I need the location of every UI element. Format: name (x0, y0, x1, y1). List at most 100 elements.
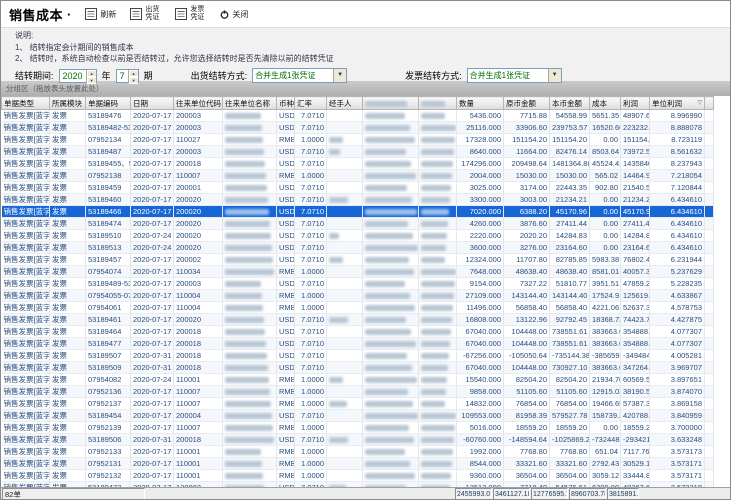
column-header-blurred-a[interactable] (363, 97, 419, 110)
table-row[interactable]: 销售发票[蓝字]发票531894872020-07-17200003USD7.0… (2, 146, 714, 158)
column-header-doc-code[interactable]: 单据编码 (86, 97, 131, 110)
table-row[interactable]: 销售发票[蓝字]发票079521382020-07-17110007RMB1.0… (2, 170, 714, 182)
cell-date: 2020-07-31 (131, 434, 174, 446)
column-header-date[interactable]: 日期 (131, 97, 174, 110)
cell-doc-code: 07952137 (86, 398, 131, 410)
table-row[interactable]: 销售发票[蓝字]发票531895132020-07-24200020USD7.0… (2, 242, 714, 254)
cell-doc-type: 销售发票[蓝字] (2, 338, 50, 350)
cell-currency: USD (277, 194, 295, 206)
redacted-text (225, 149, 264, 155)
spin-down-icon[interactable]: ▼ (129, 77, 138, 84)
cell-partner-code: 200018 (174, 362, 223, 374)
chevron-down-icon[interactable]: ▼ (333, 69, 346, 82)
table-row[interactable]: 销售发票[蓝字]发票079521342020-07-17110027RMB1.0… (2, 134, 714, 146)
cell-partner-code: 200018 (174, 434, 223, 446)
cell-orig-amount: 81958.39 (504, 410, 550, 422)
column-header-module[interactable]: 所属模块 (50, 97, 86, 110)
column-header-blurred-b[interactable] (419, 97, 457, 110)
close-button[interactable]: 关闭 (220, 9, 248, 20)
cell-blurred-b (419, 386, 457, 398)
table-row[interactable]: 销售发票[蓝字]发票079540822020-07-24110001RMB1.0… (2, 374, 714, 386)
column-header-cost[interactable]: 成本 (590, 97, 621, 110)
table-row[interactable]: 销售发票[蓝字]发票079521372020-07-17110007RMB1.0… (2, 398, 714, 410)
table-row[interactable]: 销售发票[蓝字]发票079521362020-07-17110007RMB1.0… (2, 386, 714, 398)
column-header-profit[interactable]: 利润 (621, 97, 650, 110)
table-row[interactable]: 销售发票[蓝字]发票531894542020-07-17200004USD7.0… (2, 410, 714, 422)
table-row[interactable]: 销售发票[蓝字]发票531894772020-07-17200018USD7.0… (2, 338, 714, 350)
chevron-down-icon[interactable]: ▼ (548, 69, 561, 82)
table-row[interactable]: 销售发票[蓝字]发票079540612020-07-17110004RMB1.0… (2, 302, 714, 314)
table-row[interactable]: 销售发票[蓝字]发票531894742020-07-17200020USD7.0… (2, 218, 714, 230)
table-row[interactable]: 销售发票[蓝字]发票531895102020-07-24200020USD7.0… (2, 230, 714, 242)
spin-up-icon[interactable]: ▲ (129, 70, 138, 77)
ship-voucher-button[interactable]: 出货凭证 (130, 6, 161, 21)
cell-blurred-b (419, 206, 457, 218)
cell-date: 2020-07-17 (131, 386, 174, 398)
cell-blurred-a (363, 386, 419, 398)
table-row[interactable]: 销售发票[蓝字]发票079521332020-07-17110001RMB1.0… (2, 446, 714, 458)
table-row[interactable]: 销售发票[蓝字]发票531894592020-07-17200001USD7.0… (2, 182, 714, 194)
column-header-handler[interactable]: 经手人 (327, 97, 363, 110)
table-row[interactable]: 销售发票[蓝字]发票07954055-07952020-07-17110004R… (2, 290, 714, 302)
cell-qty: 3600.000 (457, 242, 504, 254)
redacted-text (365, 149, 406, 155)
cell-doc-type: 销售发票[蓝字] (2, 386, 50, 398)
cell-cost: 565.02 (590, 170, 621, 182)
redacted-text (421, 293, 454, 299)
cell-unit-profit: 8.237943 (650, 158, 705, 170)
table-row[interactable]: 销售发票[蓝字]发票531895062020-07-31200018USD7.0… (2, 434, 714, 446)
table-row[interactable]: 销售发票[蓝字]发票079521312020-07-17110001RMB1.0… (2, 458, 714, 470)
cell-rate: 1.0000 (295, 446, 327, 458)
column-header-unit-profit[interactable]: 单位利润▽ (650, 97, 705, 110)
invoice-voucher-button[interactable]: 发票凭证 (175, 6, 206, 21)
spin-up-icon[interactable]: ▲ (87, 70, 96, 77)
title-menu-dot[interactable]: · (67, 7, 71, 22)
redacted-text (421, 389, 446, 395)
redacted-text (365, 209, 417, 215)
column-header-partner-name[interactable]: 往来单位名称 (223, 97, 277, 110)
table-row[interactable]: 销售发票[蓝字]发票531894642020-07-17200018USD7.0… (2, 326, 714, 338)
invoice-method-select[interactable]: 合并生成1张凭证 ▼ (467, 68, 562, 83)
column-header-base-amount[interactable]: 本币金额 (550, 97, 590, 110)
column-header-orig-amount[interactable]: 原币金额 (504, 97, 550, 110)
table-row[interactable]: 销售发票[蓝字]发票53189489-53182020-07-17200003U… (2, 278, 714, 290)
table-row[interactable]: 销售发票[蓝字]发票53189455、5312020-07-17200018US… (2, 158, 714, 170)
cell-partner-name (223, 206, 277, 218)
table-row[interactable]: 销售发票[蓝字]发票531895092020-07-31200018USD7.0… (2, 362, 714, 374)
cell-cost: 3951.51 (590, 278, 621, 290)
cell-cost: 651.04 (590, 446, 621, 458)
year-stepper[interactable]: 2020 ▲▼ (59, 69, 97, 83)
cell-qty: 67040.000 (457, 362, 504, 374)
ship-method-select[interactable]: 合并生成1张凭证 ▼ (252, 68, 347, 83)
table-row[interactable]: 销售发票[蓝字]发票079540742020-07-17110034RMB1.0… (2, 266, 714, 278)
cell-doc-code: 53189506 (86, 434, 131, 446)
table-row[interactable]: 销售发票[蓝字]发票531894612020-07-17200020USD7.0… (2, 314, 714, 326)
voucher-icon (130, 8, 142, 20)
column-header-doc-type[interactable]: 单据类型 (2, 97, 50, 110)
column-header-currency[interactable]: 币种 (277, 97, 295, 110)
month-stepper[interactable]: 7 ▲▼ (116, 69, 139, 83)
cell-date: 2020-07-17 (131, 110, 174, 122)
table-row[interactable]: 销售发票[蓝字]发票079521322020-07-17110001RMB1.0… (2, 470, 714, 482)
cell-date: 2020-07-24 (131, 242, 174, 254)
column-header-rate[interactable]: 汇率 (295, 97, 327, 110)
sort-filter-icon[interactable]: ▽ (697, 99, 702, 106)
cell-date: 2020-07-17 (131, 254, 174, 266)
table-row[interactable]: 销售发票[蓝字]发票53189482-53182020-07-17200003U… (2, 122, 714, 134)
table-row[interactable]: 销售发票[蓝字]发票079521392020-07-17110007RMB1.0… (2, 422, 714, 434)
cell-base-amount: 51810.77 (550, 278, 590, 290)
column-header-qty[interactable]: 数量 (457, 97, 504, 110)
table-row[interactable]: 销售发票[蓝字]发票531894662020-07-17200020USD7.0… (2, 206, 714, 218)
redacted-text (225, 185, 267, 191)
table-row[interactable]: 销售发票[蓝字]发票531894762020-07-17200003USD7.0… (2, 110, 714, 122)
refresh-button[interactable]: 刷新 (85, 8, 116, 20)
group-drop-zone[interactable]: 分组区（拖放表头放置此处） (1, 82, 730, 96)
column-header-partner-code[interactable]: 往来单位代码 (174, 97, 223, 110)
cell-blurred-b (419, 170, 457, 182)
cell-unit-profit: 5.228235 (650, 278, 705, 290)
table-row[interactable]: 销售发票[蓝字]发票531894572020-07-17200002USD7.0… (2, 254, 714, 266)
table-row[interactable]: 销售发票[蓝字]发票531894602020-07-17200020USD7.0… (2, 194, 714, 206)
cell-unit-profit: 8.996990 (650, 110, 705, 122)
table-row[interactable]: 销售发票[蓝字]发票531895072020-07-31200018USD7.0… (2, 350, 714, 362)
cell-profit: 40057.39 (621, 266, 650, 278)
